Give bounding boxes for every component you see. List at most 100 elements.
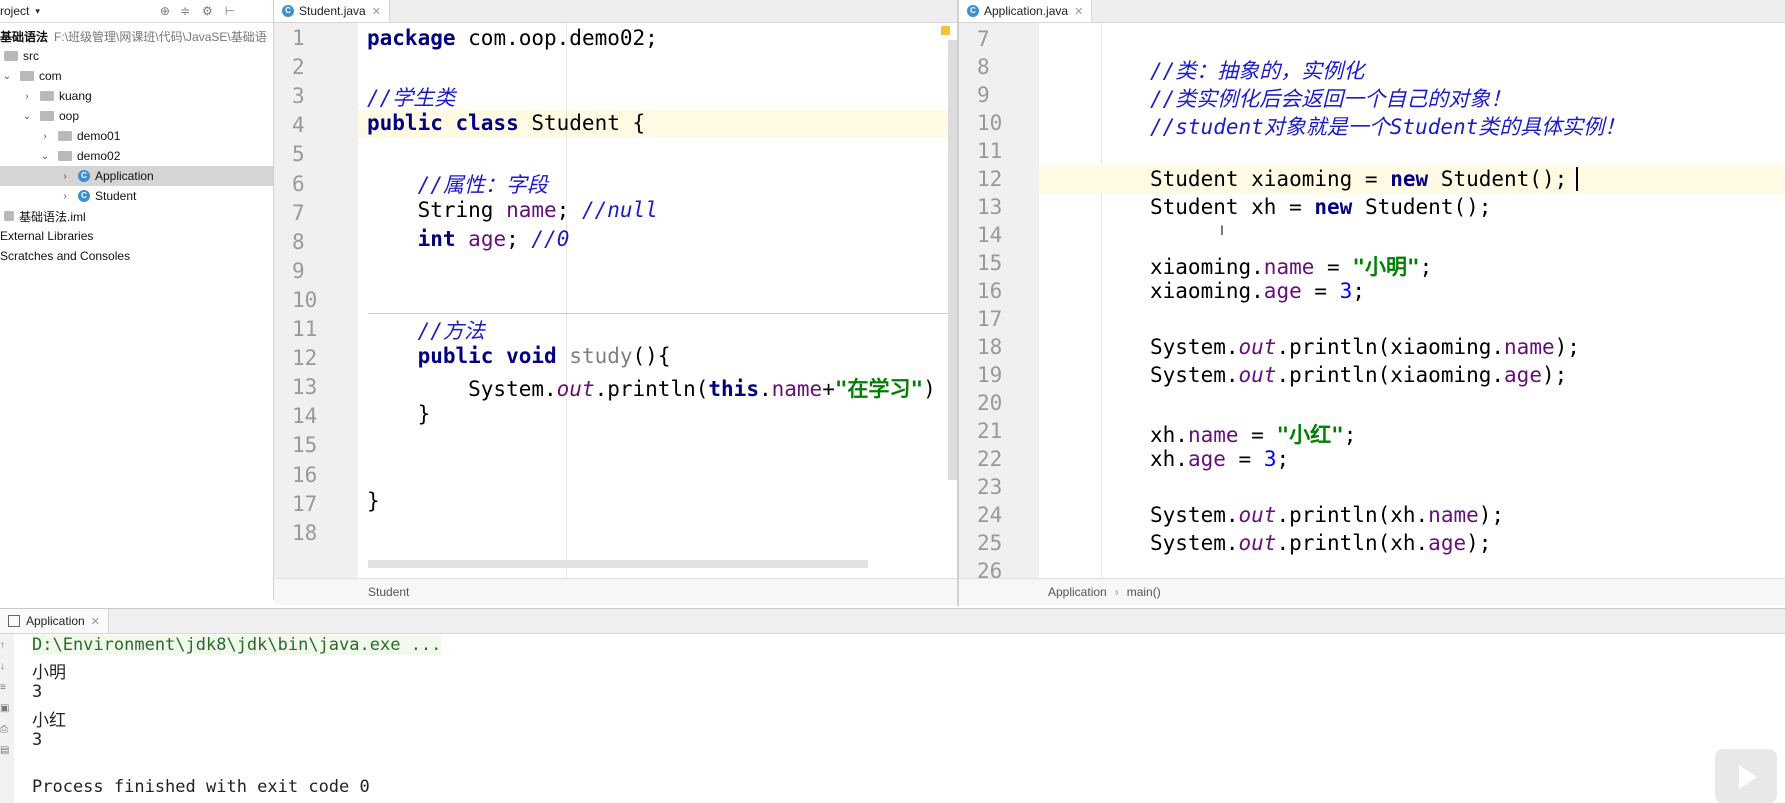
breadcrumb-item[interactable]: Student [368,585,409,599]
line-number[interactable]: 6 [292,172,305,196]
tree-item-student[interactable]: › C Student [0,186,273,206]
tab-run-application[interactable]: Application ✕ [0,609,109,633]
line-number[interactable]: 17 [977,307,1002,331]
chevron-right-icon[interactable]: › [58,191,72,202]
code-line-8[interactable]: //类：抽象的，实例化 [1150,55,1364,85]
line-number[interactable]: 18 [292,521,317,545]
line-number[interactable]: 25 [977,531,1002,555]
line-number[interactable]: 15 [292,433,317,457]
line-number[interactable]: 23 [977,475,1002,499]
chevron-right-icon[interactable]: › [58,171,72,182]
code-line-21[interactable]: xh.name = "小红"; [1150,419,1356,449]
hide-icon[interactable]: ⊢ [225,4,235,18]
line-number[interactable]: 17 [292,492,317,516]
line-number[interactable]: 4 [292,113,305,137]
line-number[interactable]: 15 [977,251,1002,275]
code-line-6[interactable]: //属性：字段 [367,169,548,199]
tab-application-java[interactable]: C Application.java ✕ [959,0,1093,22]
code-line-17[interactable]: } [367,489,380,513]
chevron-down-icon[interactable]: ⌄ [38,151,52,162]
code-line-7[interactable]: String name; //null [367,198,658,222]
line-number[interactable]: 14 [292,404,317,428]
pin-icon[interactable]: ▣ [0,703,14,714]
tree-item-src[interactable]: src [0,46,273,66]
line-number[interactable]: 11 [292,317,317,341]
line-number[interactable]: 3 [292,84,305,108]
collapse-icon[interactable]: ≑ [180,4,190,18]
project-view-selector[interactable]: roject [0,4,29,18]
line-number[interactable]: 12 [292,346,317,370]
horizontal-scrollbar[interactable] [368,560,868,568]
tree-item-demo02[interactable]: ⌄ demo02 [0,146,273,166]
tree-item-kuang[interactable]: › kuang [0,86,273,106]
chevron-right-icon[interactable]: › [38,131,52,142]
breadcrumb-item-method[interactable]: main() [1127,585,1161,599]
line-number[interactable]: 22 [977,447,1002,471]
line-number[interactable]: 7 [977,27,990,51]
tree-item-oop[interactable]: ⌄ oop [0,106,273,126]
chevron-down-icon[interactable]: ▾ [35,6,40,17]
play-overlay-button[interactable] [1715,749,1777,803]
chevron-right-icon[interactable]: › [20,91,34,102]
scroll-down-icon[interactable]: ↓ [0,661,14,672]
wrap-icon[interactable]: ≡ [0,682,14,693]
code-line-18[interactable]: System.out.println(xiaoming.name); [1150,335,1580,359]
line-number[interactable]: 1 [292,26,305,50]
code-line-25[interactable]: System.out.println(xh.age); [1150,531,1491,555]
code-line-19[interactable]: System.out.println(xiaoming.age); [1150,363,1567,387]
line-number[interactable]: 16 [292,463,317,487]
line-number[interactable]: 10 [977,111,1002,135]
rerun-icon[interactable]: ↑ [0,640,14,651]
tree-item-application[interactable]: › C Application [0,166,273,186]
code-line-4[interactable]: public class Student { [367,111,645,135]
line-number[interactable]: 5 [292,142,305,166]
code-line-13[interactable]: System.out.println(this.name+"在学习") [367,373,936,403]
tab-student-java[interactable]: C Student.java ✕ [274,0,390,22]
code-line-1[interactable]: package com.oop.demo02; [367,26,658,50]
line-number[interactable]: 18 [977,335,1002,359]
gear-icon[interactable]: ⚙ [202,4,213,18]
code-line-3[interactable]: //学生类 [367,82,455,112]
line-number[interactable]: 11 [977,139,1002,163]
close-icon[interactable]: ✕ [1074,5,1083,18]
code-line-14[interactable]: } [367,402,431,426]
tree-item-scratches[interactable]: Scratches and Consoles [0,246,273,266]
tree-item-iml[interactable]: 基础语法.iml [0,206,273,226]
close-icon[interactable]: ✕ [91,615,100,628]
warning-marker-icon[interactable] [941,26,950,35]
line-number[interactable]: 9 [977,83,990,107]
chevron-down-icon[interactable]: ⌄ [0,71,14,82]
code-line-22[interactable]: xh.age = 3; [1150,447,1289,471]
code-line-8[interactable]: int age; //0 [367,227,570,251]
line-number[interactable]: 8 [977,55,990,79]
line-number[interactable]: 12 [977,167,1002,191]
chevron-down-icon[interactable]: ⌄ [20,111,34,122]
tree-item-demo01[interactable]: › demo01 [0,126,273,146]
code-line-13[interactable]: Student xh = new Student(); [1150,195,1491,219]
code-line-12[interactable]: Student xiaoming = new Student(); [1150,167,1567,191]
print-icon[interactable]: ⎙ [0,724,14,735]
line-number[interactable]: 24 [977,503,1002,527]
close-icon[interactable]: ✕ [372,5,381,18]
line-number[interactable]: 9 [292,259,305,283]
tree-item-root[interactable]: 基础语法 F:\班级管理\网课班\代码\JavaSE\基础语 [0,26,273,46]
line-number[interactable]: 7 [292,201,305,225]
code-line-15[interactable]: xiaoming.name = "小明"; [1150,251,1432,281]
target-icon[interactable]: ⊕ [160,4,170,18]
line-number[interactable]: 13 [977,195,1002,219]
line-number[interactable]: 19 [977,363,1002,387]
line-number[interactable]: 16 [977,279,1002,303]
line-number[interactable]: 21 [977,419,1002,443]
line-number[interactable]: 2 [292,55,305,79]
line-number[interactable]: 8 [292,230,305,254]
tree-item-com[interactable]: ⌄ com [0,66,273,86]
tree-item-external-libraries[interactable]: External Libraries [0,226,273,246]
code-line-16[interactable]: xiaoming.age = 3; [1150,279,1365,303]
line-number[interactable]: 20 [977,391,1002,415]
code-line-11[interactable]: //方法 [367,315,485,345]
code-line-24[interactable]: System.out.println(xh.name); [1150,503,1504,527]
line-number[interactable]: 10 [292,288,317,312]
code-line-12[interactable]: public void study(){ [367,344,671,368]
trash-icon[interactable]: ▤ [0,745,14,756]
vertical-scrollbar[interactable] [948,40,957,480]
